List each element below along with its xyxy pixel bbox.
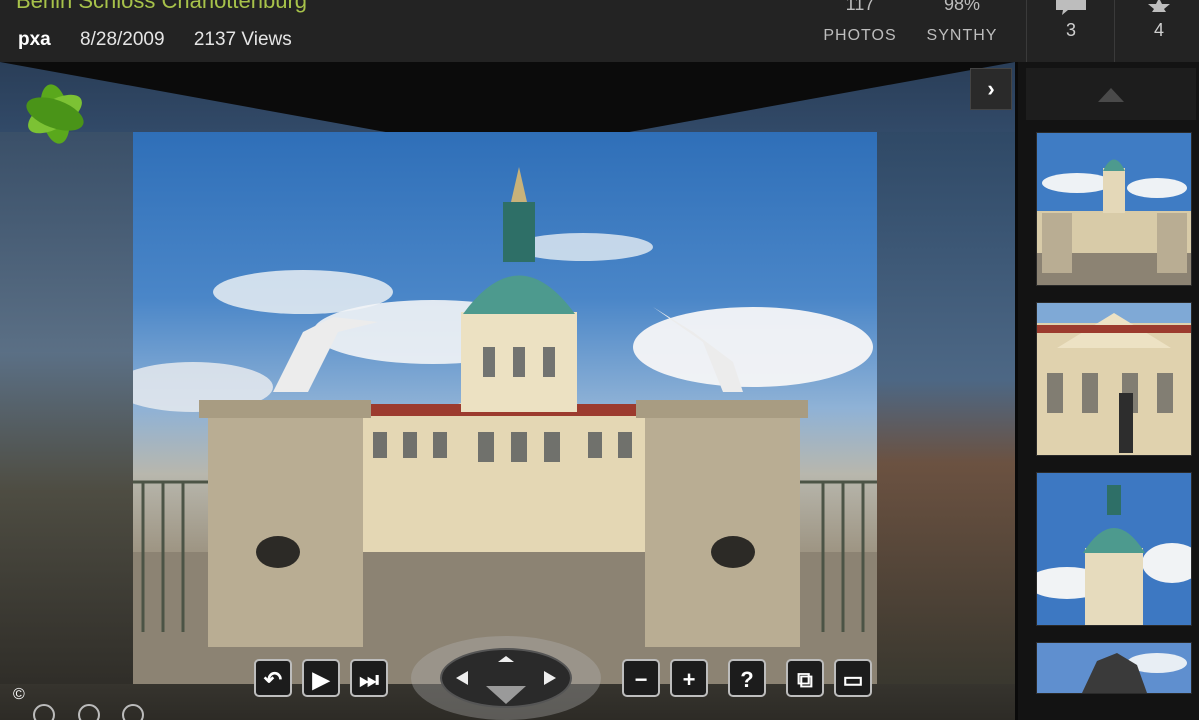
comments-count: 3 bbox=[1065, 20, 1076, 40]
scroll-up-button[interactable] bbox=[1026, 68, 1196, 120]
thumbnail-image bbox=[1037, 133, 1191, 285]
neighbor-photo-right[interactable] bbox=[877, 132, 1015, 684]
skip-next-icon: ⏭ bbox=[359, 667, 379, 692]
navigation-pad-inner[interactable] bbox=[440, 648, 572, 708]
star-icon bbox=[1148, 0, 1170, 12]
main-photo[interactable] bbox=[133, 132, 877, 684]
photosynth-viewer[interactable]: › ↶ ▶ ⏭ − + ? ⧉ ▭ © bbox=[0, 62, 1015, 720]
window-icon: ▭ bbox=[842, 667, 864, 692]
minus-icon: − bbox=[634, 667, 648, 692]
play-button[interactable]: ▶ bbox=[302, 659, 340, 697]
thumbnail-3[interactable] bbox=[1036, 472, 1192, 626]
header-bar: Berlin Schloss Charlottenburg pxa 8/28/2… bbox=[0, 0, 1199, 62]
overlay-icon: ⧉ bbox=[797, 667, 813, 692]
zoom-in-button[interactable]: + bbox=[670, 659, 708, 697]
thumbnail-2[interactable] bbox=[1036, 302, 1192, 456]
skip-next-button[interactable]: ⏭ bbox=[350, 659, 388, 697]
thumbnail-1[interactable] bbox=[1036, 132, 1192, 286]
album-views: 2137 Views bbox=[193, 29, 292, 50]
window-button[interactable]: ▭ bbox=[834, 659, 872, 697]
help-button[interactable]: ? bbox=[728, 659, 766, 697]
thumbnail-image bbox=[1037, 473, 1191, 625]
thumbnail-4[interactable] bbox=[1036, 642, 1192, 694]
synthy-label: SYNTHY bbox=[926, 27, 998, 44]
photos-label: PHOTOS bbox=[823, 27, 897, 44]
arrow-pad-icon bbox=[456, 656, 556, 704]
photos-stat: 117 PHOTOS bbox=[814, 0, 906, 44]
favorites-count: 4 bbox=[1153, 20, 1164, 40]
undo-icon: ↶ bbox=[263, 667, 283, 692]
album-date: 8/28/2009 bbox=[80, 29, 165, 50]
album-meta: pxa 8/28/2009 2137 Views bbox=[18, 29, 316, 51]
copyright-symbol[interactable]: © bbox=[13, 686, 25, 704]
palace-illustration bbox=[133, 167, 877, 684]
album-title[interactable]: Berlin Schloss Charlottenburg bbox=[16, 0, 307, 14]
thumbnail-image bbox=[1037, 643, 1191, 693]
play-icon: ▶ bbox=[312, 667, 330, 692]
synthy-stat: 98% SYNTHY bbox=[920, 0, 1004, 44]
cc-noncommercial-icon[interactable] bbox=[78, 704, 100, 720]
cc-license-icon[interactable] bbox=[33, 704, 55, 720]
header-divider bbox=[1114, 0, 1115, 62]
thumbnail-sidebar bbox=[1015, 62, 1199, 720]
header-divider bbox=[1026, 0, 1027, 62]
synthy-value: 98% bbox=[943, 0, 981, 14]
zoom-out-button[interactable]: − bbox=[622, 659, 660, 697]
chevron-right-icon: › bbox=[987, 76, 995, 101]
triangle-up-icon bbox=[1098, 88, 1124, 102]
author-link[interactable]: pxa bbox=[18, 29, 51, 50]
neighbor-photo-left[interactable] bbox=[0, 132, 133, 684]
overlay-button[interactable]: ⧉ bbox=[786, 659, 824, 697]
undo-button[interactable]: ↶ bbox=[254, 659, 292, 697]
comment-icon bbox=[1056, 0, 1086, 15]
photosynth-logo[interactable] bbox=[8, 74, 102, 154]
next-panel-button[interactable]: › bbox=[970, 68, 1012, 110]
help-icon: ? bbox=[740, 667, 754, 692]
cc-sharealike-icon[interactable] bbox=[122, 704, 144, 720]
plus-icon: + bbox=[682, 667, 696, 692]
navigation-pad[interactable] bbox=[411, 636, 601, 720]
photos-count: 117 bbox=[845, 0, 875, 14]
thumbnail-image bbox=[1037, 303, 1191, 455]
